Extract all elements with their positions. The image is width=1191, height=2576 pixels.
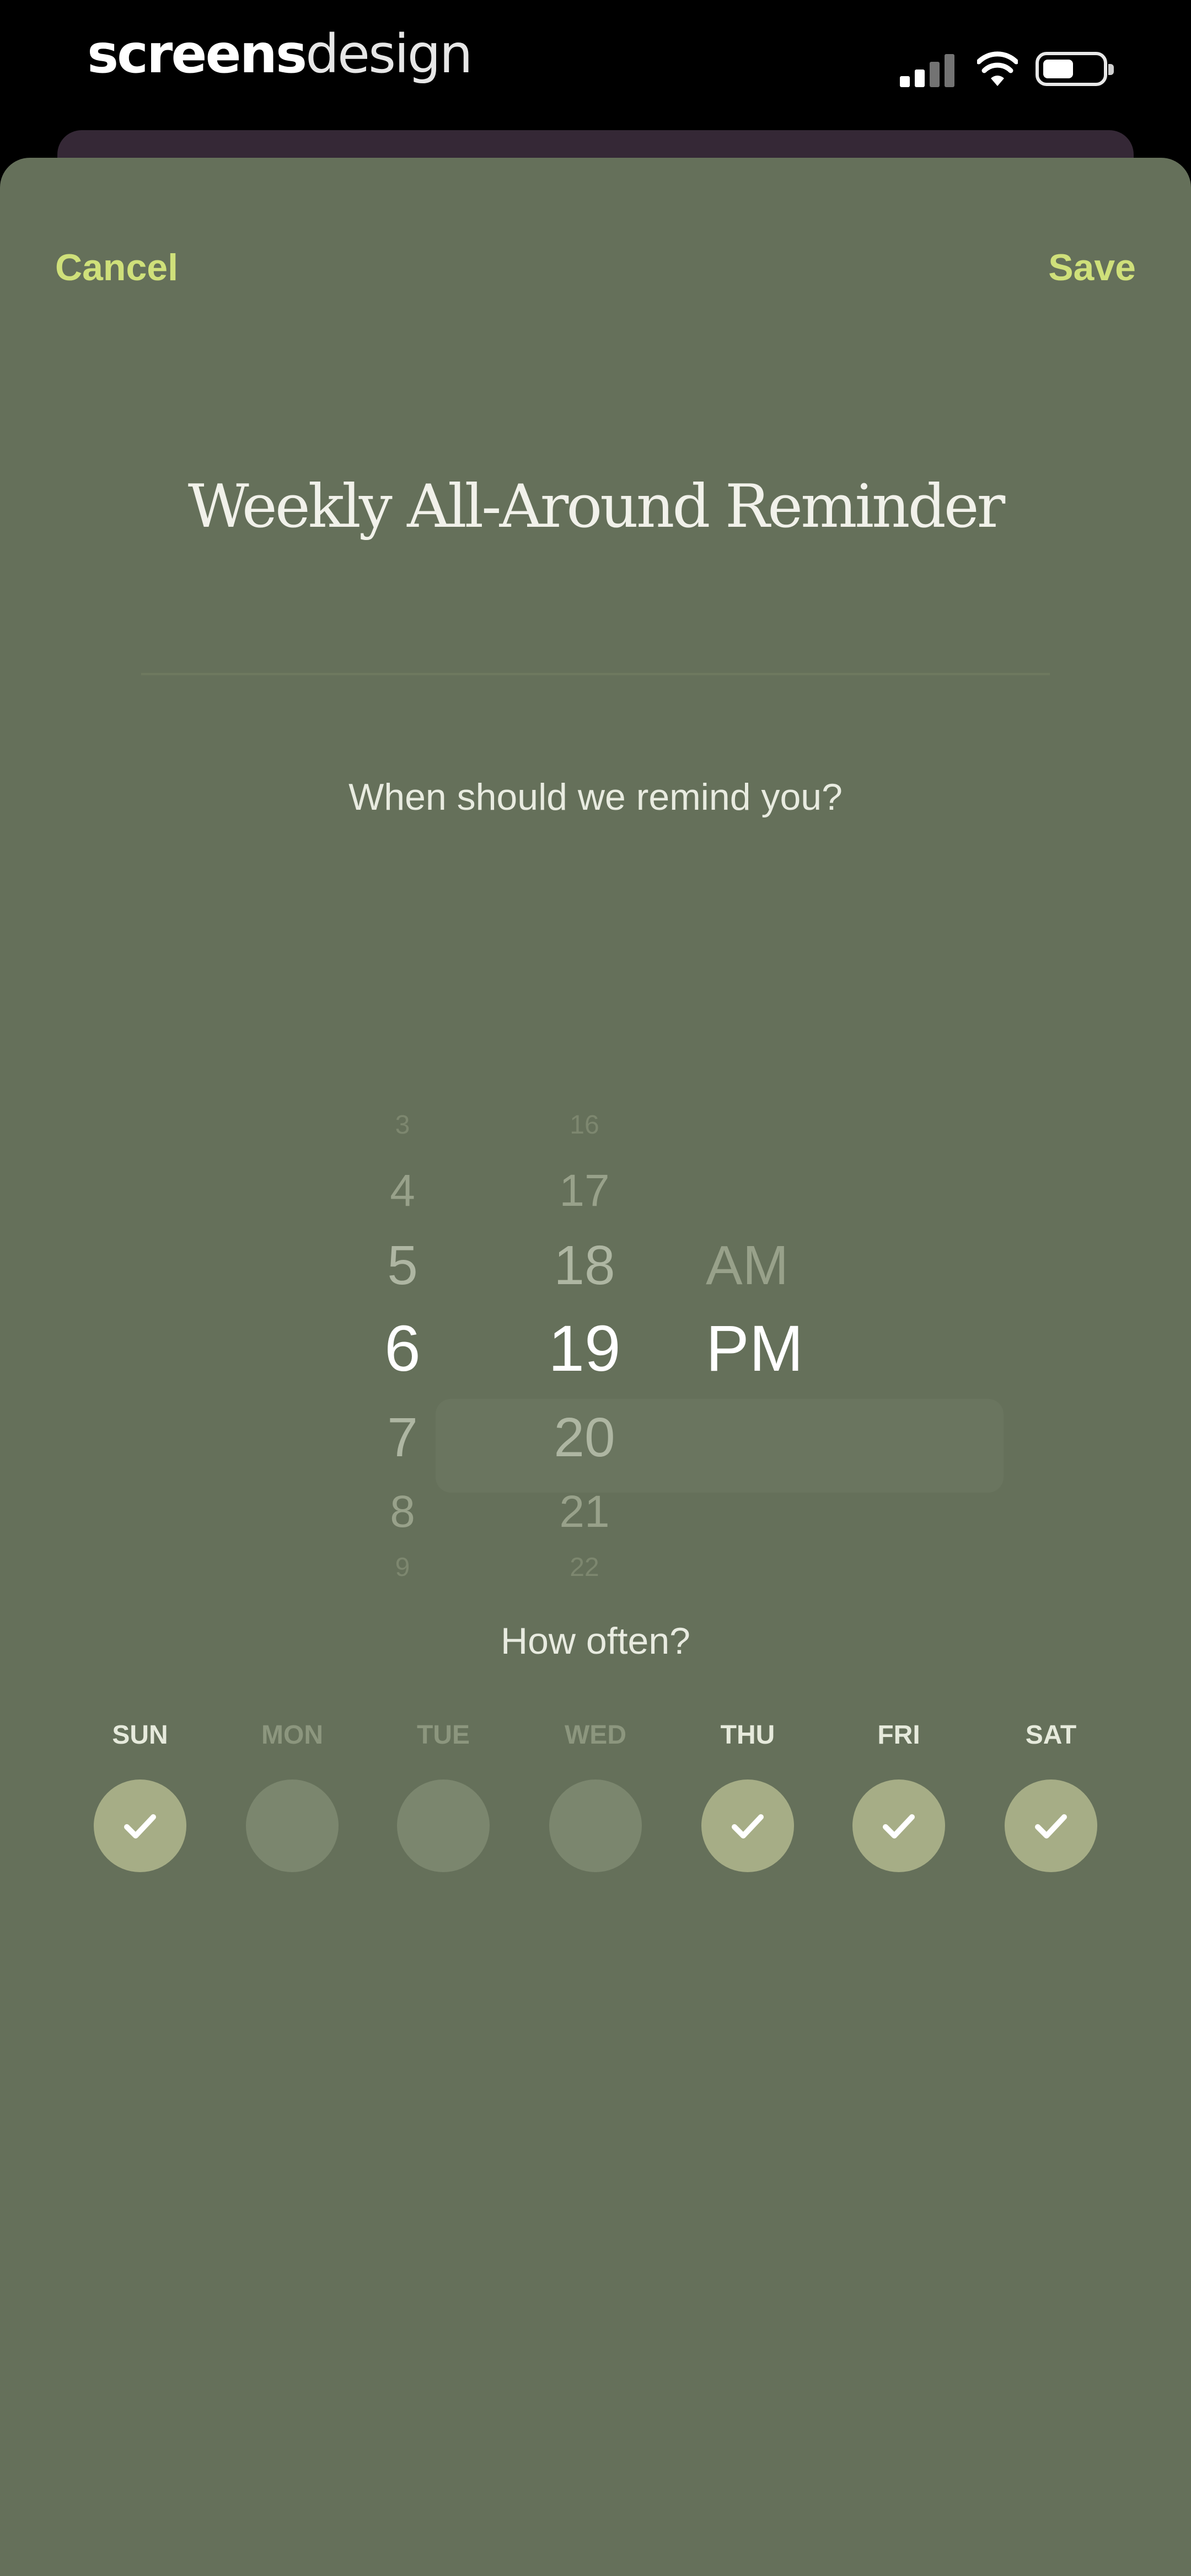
- period-option-selected[interactable]: PM: [706, 1316, 849, 1381]
- hour-option-selected[interactable]: 6: [353, 1316, 452, 1381]
- cancel-button[interactable]: Cancel: [55, 246, 178, 289]
- minute-option[interactable]: 22: [529, 1554, 640, 1581]
- day-selector: SUN MON TUE WED THU FRI SAT: [0, 1720, 1191, 1952]
- minute-option[interactable]: 18: [529, 1238, 640, 1293]
- minute-option[interactable]: 20: [529, 1410, 640, 1465]
- status-bar: screensdesign: [0, 0, 1191, 132]
- period-wheel[interactable]: AM PM: [706, 947, 849, 1608]
- page-title: Weekly All-Around Reminder: [187, 472, 1006, 541]
- battery-icon: [1036, 52, 1114, 86]
- reminder-sheet: Cancel Save Weekly All-Around Reminder W…: [0, 158, 1191, 2576]
- check-icon: [732, 1814, 764, 1839]
- hour-option[interactable]: 8: [353, 1489, 452, 1535]
- day-label: FRI: [877, 1720, 920, 1750]
- day-toggle-wed[interactable]: [549, 1779, 642, 1872]
- day-label: SUN: [112, 1720, 168, 1750]
- day-label: WED: [565, 1720, 626, 1750]
- day-toggle-thu[interactable]: [701, 1779, 794, 1872]
- divider: [141, 673, 1050, 675]
- time-question: When should we remind you?: [348, 776, 843, 818]
- time-picker[interactable]: 3 4 5 6 7 8 9 16 17 18 19 20 21 22 AM PM: [0, 947, 1191, 1608]
- brand-logo: screensdesign: [87, 23, 473, 85]
- day-label: SAT: [1025, 1720, 1077, 1750]
- day-toggle-sat[interactable]: [1005, 1779, 1097, 1872]
- minute-wheel[interactable]: 16 17 18 19 20 21 22: [529, 947, 640, 1608]
- hour-option[interactable]: 9: [353, 1554, 452, 1581]
- hour-option[interactable]: 3: [353, 1112, 452, 1139]
- check-icon: [1035, 1814, 1067, 1839]
- brand-light: design: [305, 23, 473, 85]
- day-toggle-fri[interactable]: [852, 1779, 945, 1872]
- signal-icon: [900, 53, 955, 87]
- hour-option[interactable]: 4: [353, 1168, 452, 1214]
- hour-option[interactable]: 5: [353, 1238, 452, 1293]
- day-label: THU: [720, 1720, 775, 1750]
- minute-option[interactable]: 16: [529, 1112, 640, 1139]
- day-toggle-tue[interactable]: [397, 1779, 490, 1872]
- wifi-icon: [977, 51, 1018, 86]
- check-icon: [883, 1814, 915, 1839]
- minute-option-selected[interactable]: 19: [529, 1316, 640, 1381]
- frequency-question: How often?: [501, 1620, 690, 1662]
- check-icon: [124, 1814, 156, 1839]
- day-toggle-mon[interactable]: [246, 1779, 339, 1872]
- brand-bold: screens: [87, 23, 307, 85]
- hour-wheel[interactable]: 3 4 5 6 7 8 9: [353, 947, 452, 1608]
- day-label: TUE: [417, 1720, 470, 1750]
- minute-option[interactable]: 21: [529, 1489, 640, 1535]
- day-label: MON: [261, 1720, 323, 1750]
- minute-option[interactable]: 17: [529, 1168, 640, 1214]
- save-button[interactable]: Save: [1048, 246, 1136, 289]
- day-toggle-sun[interactable]: [94, 1779, 186, 1872]
- period-option[interactable]: AM: [706, 1238, 849, 1293]
- hour-option[interactable]: 7: [353, 1410, 452, 1465]
